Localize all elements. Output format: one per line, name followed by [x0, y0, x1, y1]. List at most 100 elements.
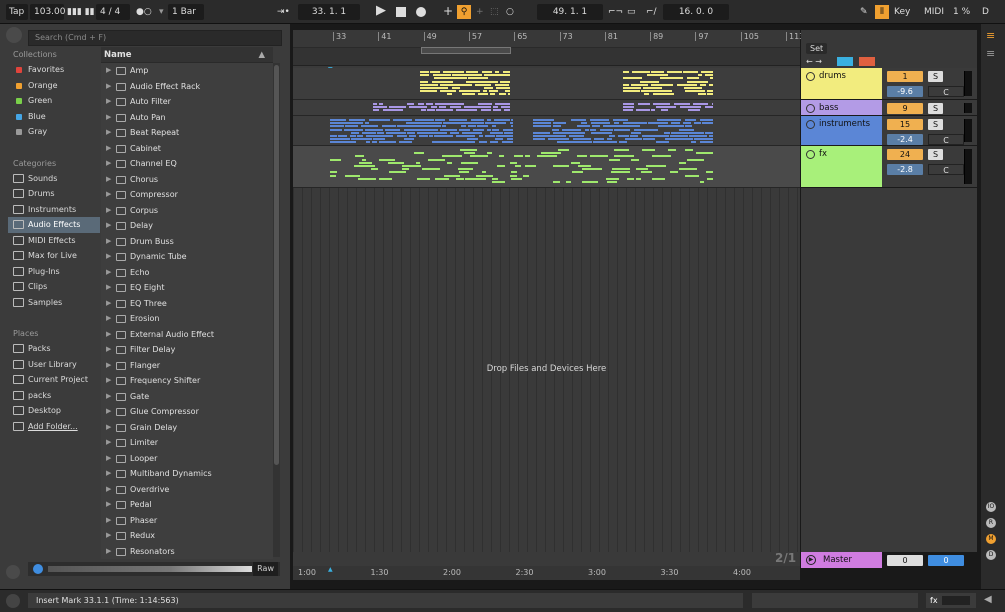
file-row[interactable]: ▶ Drum Buss — [101, 234, 273, 250]
track-header-instruments[interactable]: instruments — [801, 116, 882, 145]
expand-arrow-icon[interactable]: ▶ — [106, 420, 111, 436]
expand-arrow-icon[interactable]: ▶ — [106, 311, 111, 327]
expand-arrow-icon[interactable]: ▶ — [106, 342, 111, 358]
groove-pool-icon[interactable] — [6, 565, 20, 579]
expand-arrow-icon[interactable]: ▶ — [106, 404, 111, 420]
file-row[interactable]: ▶ Glue Compressor — [101, 404, 273, 420]
expand-arrow-icon[interactable]: ▶ — [106, 482, 111, 498]
file-row[interactable]: ▶ EQ Three — [101, 296, 273, 312]
category-item[interactable]: MIDI Effects — [8, 233, 100, 249]
expand-arrow-icon[interactable]: ▶ — [106, 528, 111, 544]
time-ruler[interactable]: 1:00 1:30 2:00 2:30 3:00 3:30 4:00 — [293, 566, 800, 580]
chevron-down-icon[interactable]: ▾ — [159, 4, 164, 20]
category-item[interactable]: Instruments — [8, 202, 100, 218]
place-item[interactable]: Packs — [8, 341, 100, 357]
computer-midi-keyboard-icon[interactable]: ⦀ — [875, 5, 889, 19]
file-row[interactable]: ▶ Audio Effect Rack — [101, 79, 273, 95]
expand-arrow-icon[interactable]: ▶ — [106, 234, 111, 250]
search-input[interactable]: Search (Cmd + F) — [28, 30, 282, 46]
file-row[interactable]: ▶ Overdrive — [101, 482, 273, 498]
expand-arrow-icon[interactable]: ▶ — [106, 373, 111, 389]
scrollbar-thumb[interactable] — [274, 65, 279, 465]
place-item[interactable]: User Library — [8, 357, 100, 373]
raw-button[interactable]: Raw — [253, 562, 278, 576]
track-fold-icon[interactable] — [806, 104, 815, 113]
file-row[interactable]: ▶ Channel EQ — [101, 156, 273, 172]
file-row[interactable]: ▶ Filter Delay — [101, 342, 273, 358]
collection-item[interactable]: Blue — [8, 109, 100, 125]
io-toggle-icon[interactable]: IO — [986, 502, 996, 512]
info-toggle-icon[interactable] — [6, 594, 20, 608]
time-signature-field[interactable]: 4 / 4 — [96, 4, 130, 20]
track-lane-drums[interactable] — [293, 68, 800, 100]
expand-arrow-icon[interactable]: ▶ — [106, 296, 111, 312]
menu-icon[interactable]: ≡ — [986, 29, 995, 42]
collection-item[interactable]: Orange — [8, 78, 100, 94]
file-row[interactable]: ▶ Flanger — [101, 358, 273, 374]
file-row[interactable]: ▶ Erosion — [101, 311, 273, 327]
name-column-header[interactable]: Name ▲ — [101, 47, 273, 63]
expand-arrow-icon[interactable]: ▶ — [106, 110, 111, 126]
track-pan[interactable]: C — [928, 86, 964, 97]
file-row[interactable]: ▶ EQ Eight — [101, 280, 273, 296]
browser-scrollbar[interactable] — [273, 63, 280, 557]
file-row[interactable]: ▶ Dynamic Tube — [101, 249, 273, 265]
stop-icon[interactable] — [396, 7, 406, 17]
loop-switch-icon[interactable]: ▭ — [627, 4, 636, 20]
mixer-toggle-icon[interactable]: M — [986, 534, 996, 544]
track-pan[interactable]: C — [928, 164, 964, 175]
loop-start-field[interactable]: 49. 1. 1 — [537, 4, 603, 20]
file-row[interactable]: ▶ Looper — [101, 451, 273, 467]
fx-indicator[interactable]: fx — [926, 593, 976, 608]
file-row[interactable]: ▶ Pedal — [101, 497, 273, 513]
category-item[interactable]: Drums — [8, 186, 100, 202]
file-row[interactable]: ▶ Corpus — [101, 203, 273, 219]
expand-arrow-icon[interactable]: ▶ — [106, 389, 111, 405]
category-item[interactable]: Clips — [8, 279, 100, 295]
automation-view-icon[interactable] — [837, 57, 853, 66]
file-row[interactable]: ▶ Auto Pan — [101, 110, 273, 126]
file-row[interactable]: ▶ Chorus — [101, 172, 273, 188]
expand-arrow-icon[interactable]: ▶ — [106, 497, 111, 513]
file-row[interactable]: ▶ Cabinet — [101, 141, 273, 157]
capture-icon[interactable]: ⬚ — [490, 4, 499, 20]
master-play-icon[interactable]: ▶ — [806, 555, 816, 565]
file-row[interactable]: ▶ Delay — [101, 218, 273, 234]
file-row[interactable]: ▶ Frequency Shifter — [101, 373, 273, 389]
expand-arrow-icon[interactable]: ▶ — [106, 141, 111, 157]
expand-arrow-icon[interactable]: ▶ — [106, 94, 111, 110]
sort-arrow-icon[interactable]: ▲ — [258, 47, 265, 63]
category-item[interactable]: Samples — [8, 295, 100, 311]
file-row[interactable]: ▶ Beat Repeat — [101, 125, 273, 141]
collection-item[interactable]: Gray — [8, 124, 100, 140]
expand-arrow-icon[interactable]: ▶ — [106, 203, 111, 219]
chevron-left-icon[interactable]: ◀ — [984, 594, 992, 605]
expand-arrow-icon[interactable]: ▶ — [106, 125, 111, 141]
list-view-icon[interactable]: ≡ — [986, 47, 995, 60]
tap-button[interactable]: Tap — [6, 4, 28, 20]
collection-item[interactable]: Green — [8, 93, 100, 109]
browser-toggle-icon[interactable] — [6, 27, 22, 43]
master-value[interactable]: 0 — [928, 555, 964, 566]
follow-toggle[interactable]: ●○ — [136, 4, 152, 20]
expand-arrow-icon[interactable]: ▶ — [106, 513, 111, 529]
loop-bar-ruler[interactable] — [293, 48, 800, 66]
file-row[interactable]: ▶ Auto Filter — [101, 94, 273, 110]
quantize-menu[interactable]: 1 Bar — [168, 4, 204, 20]
punch-out-icon[interactable]: ⌐/ — [646, 4, 657, 20]
overdub-icon[interactable]: + — [443, 3, 453, 19]
place-item[interactable]: Add Folder... — [8, 419, 100, 435]
key-map-button[interactable]: Key — [894, 4, 910, 20]
loop-brace[interactable] — [421, 47, 511, 54]
file-row[interactable]: ▶ Grain Delay — [101, 420, 273, 436]
category-item[interactable]: Max for Live — [8, 248, 100, 264]
file-row[interactable]: ▶ External Audio Effect — [101, 327, 273, 343]
category-item[interactable]: Plug-Ins — [8, 264, 100, 280]
locator-nav-icon[interactable]: ← → — [806, 57, 822, 66]
record-icon[interactable] — [416, 7, 426, 17]
file-row[interactable]: ▶ Compressor — [101, 187, 273, 203]
place-item[interactable]: packs — [8, 388, 100, 404]
expand-arrow-icon[interactable]: ▶ — [106, 172, 111, 188]
expand-arrow-icon[interactable]: ▶ — [106, 466, 111, 482]
track-header-fx[interactable]: fx — [801, 146, 882, 187]
